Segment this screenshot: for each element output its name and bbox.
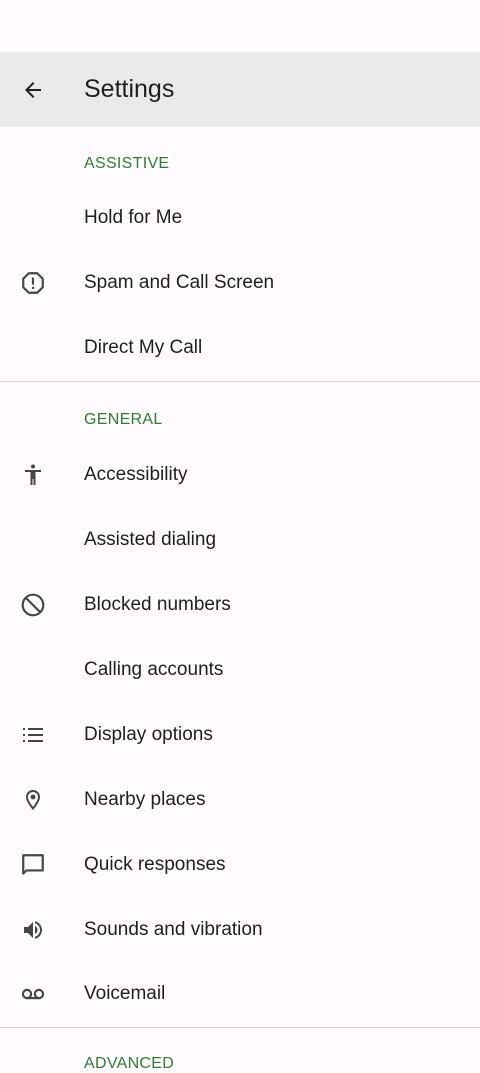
accessibility-icon (0, 442, 66, 507)
voicemail-icon (0, 961, 66, 1026)
volume-icon (0, 897, 66, 962)
settings-item-label: Blocked numbers (84, 593, 231, 615)
section-header-general: GENERAL (84, 411, 163, 428)
section-divider (0, 381, 480, 382)
status-bar (0, 0, 480, 52)
section-header-assistive: ASSISTIVE (84, 155, 170, 172)
settings-item-label: Quick responses (84, 853, 226, 875)
location-pin-icon (0, 767, 66, 832)
settings-item-voicemail[interactable]: Voicemail (0, 961, 480, 1026)
back-button[interactable] (0, 52, 66, 127)
arrow-back-icon (21, 78, 45, 102)
settings-item-blocked-numbers[interactable]: Blocked numbers (0, 572, 480, 637)
section-header-advanced: ADVANCED (84, 1055, 175, 1072)
settings-item-label: Voicemail (84, 982, 166, 1004)
section-divider (0, 1027, 480, 1028)
settings-item-label: Spam and Call Screen (84, 271, 275, 293)
settings-item-label: Calling accounts (84, 658, 224, 680)
settings-item-label: Accessibility (84, 463, 188, 485)
settings-item-label: Direct My Call (84, 336, 203, 358)
settings-item-label: Display options (84, 723, 213, 745)
report-icon (0, 250, 66, 315)
settings-item-quick-responses[interactable]: Quick responses (0, 832, 480, 897)
chat-bubble-icon (0, 832, 66, 897)
settings-item-label: Sounds and vibration (84, 918, 263, 940)
settings-item-label: Nearby places (84, 788, 206, 810)
settings-item-assisted-dialing[interactable]: Assisted dialing (0, 507, 480, 572)
settings-item-sounds-and-vibration[interactable]: Sounds and vibration (0, 897, 480, 962)
block-icon (0, 572, 66, 637)
settings-item-label: Hold for Me (84, 206, 183, 228)
settings-item-label: Assisted dialing (84, 528, 217, 550)
settings-item-hold-for-me[interactable]: Hold for Me (0, 185, 480, 250)
list-icon (0, 702, 66, 767)
settings-item-direct-my-call[interactable]: Direct My Call (0, 315, 480, 380)
page-title: Settings (84, 75, 175, 103)
settings-item-nearby-places[interactable]: Nearby places (0, 767, 480, 832)
settings-item-calling-accounts[interactable]: Calling accounts (0, 637, 480, 702)
settings-item-display-options[interactable]: Display options (0, 702, 480, 767)
top-app-bar: Settings (0, 52, 480, 127)
settings-item-accessibility[interactable]: Accessibility (0, 442, 480, 507)
settings-item-spam-and-call-screen[interactable]: Spam and Call Screen (0, 250, 480, 315)
